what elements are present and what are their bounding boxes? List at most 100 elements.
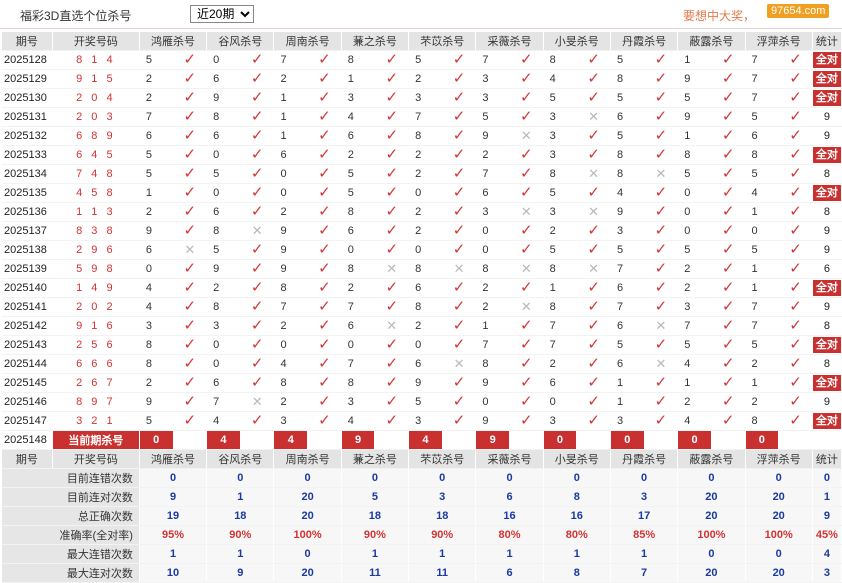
summary-value: 1: [475, 544, 544, 564]
kill-value-cell: 8: [206, 221, 241, 241]
kill-mark-cell: ✓: [374, 164, 410, 184]
summary-value: 6: [475, 487, 544, 507]
kill-value-cell: 2: [341, 145, 376, 165]
issue-cell: 2025142: [2, 316, 53, 336]
check-icon: ✓: [654, 393, 668, 410]
check-icon: ✓: [721, 222, 735, 239]
cross-icon: ✕: [588, 109, 600, 124]
kill-mark-cell: ✕: [576, 259, 611, 279]
kill-value-cell: 1: [745, 373, 780, 393]
col-expert-header[interactable]: 蒹之杀号: [341, 449, 410, 469]
col-expert-header[interactable]: 芣苡杀号: [408, 32, 477, 51]
kill-mark-cell: ✕: [576, 107, 611, 127]
col-expert-header[interactable]: 谷风杀号: [206, 32, 275, 51]
kill-value-cell: 9: [273, 259, 309, 279]
kill-mark-cell: ✓: [644, 107, 679, 127]
kill-mark-cell: ✓: [307, 259, 342, 279]
col-expert-header[interactable]: 蒹之杀号: [341, 32, 410, 51]
kill-value-cell: 2: [677, 259, 712, 279]
issue-cell: 2025147: [2, 411, 53, 431]
check-icon: ✓: [318, 298, 331, 315]
col-expert-header[interactable]: 鸿雁杀号: [139, 449, 208, 469]
kill-value-cell: 5: [745, 240, 780, 260]
kill-mark-cell: ✓: [644, 411, 679, 431]
kill-mark-cell: ✓: [307, 297, 342, 317]
kill-mark-cell: ✓: [307, 411, 342, 431]
kill-value-cell: 1: [745, 202, 780, 222]
summary-value: 20: [745, 487, 813, 507]
kill-value-cell: 0: [206, 183, 241, 203]
stat-cell: 全对: [812, 373, 842, 393]
summary-value: 18: [408, 506, 477, 526]
col-expert-header[interactable]: 蔽露杀号: [677, 449, 746, 469]
summary-value: 1: [543, 544, 611, 564]
kill-mark-cell: ✓: [778, 88, 813, 108]
summary-value: 10: [139, 563, 208, 583]
draw-number-cell: 2 5 6: [52, 335, 140, 355]
summary-label: 最大连错次数: [2, 544, 140, 564]
col-expert-header[interactable]: 芣苡杀号: [408, 449, 477, 469]
kill-value-cell: 8: [139, 354, 174, 374]
col-expert-header[interactable]: 采薇杀号: [475, 32, 544, 51]
kill-value-cell: 6: [475, 183, 510, 203]
col-expert-header[interactable]: 谷风杀号: [206, 449, 275, 469]
kill-value-cell: 5: [341, 183, 376, 203]
check-icon: ✓: [385, 203, 399, 220]
kill-value-cell: 9: [677, 107, 712, 127]
summary-value: 85%: [610, 525, 679, 545]
issue-cell: 2025136: [2, 202, 53, 222]
check-icon: ✓: [250, 317, 264, 334]
col-expert-header[interactable]: 浮萍杀号: [745, 32, 813, 51]
col-expert-header[interactable]: 周南杀号: [273, 32, 342, 51]
col-expert-header[interactable]: 丹霞杀号: [610, 449, 679, 469]
col-expert-header[interactable]: 采薇杀号: [475, 449, 544, 469]
issue-cell: 2025139: [2, 259, 53, 279]
check-icon: ✓: [183, 336, 197, 353]
cross-icon: ✕: [588, 261, 600, 276]
kill-mark-cell: ✓: [509, 354, 544, 374]
kill-mark-cell: ✓: [307, 69, 342, 89]
stat-cell: 9: [812, 392, 842, 412]
check-icon: ✓: [183, 374, 197, 391]
summary-value: 20: [745, 563, 813, 583]
check-icon: ✓: [385, 222, 399, 239]
current-kill-blank: [576, 430, 611, 450]
col-expert-header[interactable]: 蔽露杀号: [677, 32, 746, 51]
kill-mark-cell: ✓: [240, 354, 275, 374]
check-icon: ✓: [789, 336, 802, 353]
kill-mark-cell: ✓: [442, 69, 477, 89]
col-expert-header[interactable]: 小旻杀号: [543, 32, 611, 51]
check-icon: ✓: [452, 203, 466, 220]
kill-value-cell: 2: [475, 145, 510, 165]
check-icon: ✓: [721, 108, 735, 125]
col-expert-header[interactable]: 浮萍杀号: [745, 449, 813, 469]
current-kill-blank: [173, 430, 208, 450]
issue-cell: 2025133: [2, 145, 53, 165]
kill-value-cell: 1: [745, 259, 780, 279]
stat-cell: 8: [812, 164, 842, 184]
kill-value-cell: 1: [677, 50, 712, 70]
kill-mark-cell: ✓: [509, 183, 544, 203]
kill-value-cell: 6: [610, 316, 645, 336]
kill-mark-cell: ✓: [173, 335, 208, 355]
current-kill-blank: [778, 430, 813, 450]
period-select[interactable]: 近20期: [190, 5, 254, 23]
check-icon: ✓: [318, 127, 331, 144]
summary-value: 9: [139, 487, 208, 507]
check-icon: ✓: [452, 89, 466, 106]
col-expert-header[interactable]: 小旻杀号: [543, 449, 611, 469]
check-icon: ✓: [789, 108, 802, 125]
col-expert-header[interactable]: 鸿雁杀号: [139, 32, 208, 51]
check-icon: ✓: [318, 336, 331, 353]
summary-value: 90%: [206, 525, 275, 545]
kill-value-cell: 3: [677, 297, 712, 317]
kill-value-cell: 1: [677, 126, 712, 146]
kill-value-cell: 8: [341, 373, 376, 393]
col-expert-header[interactable]: 丹霞杀号: [610, 32, 679, 51]
kill-mark-cell: ✓: [711, 335, 746, 355]
kill-value-cell: 9: [206, 259, 241, 279]
kill-mark-cell: ✓: [711, 259, 746, 279]
col-expert-header[interactable]: 周南杀号: [273, 449, 342, 469]
kill-value-cell: 7: [677, 316, 712, 336]
check-icon: ✓: [789, 412, 802, 429]
